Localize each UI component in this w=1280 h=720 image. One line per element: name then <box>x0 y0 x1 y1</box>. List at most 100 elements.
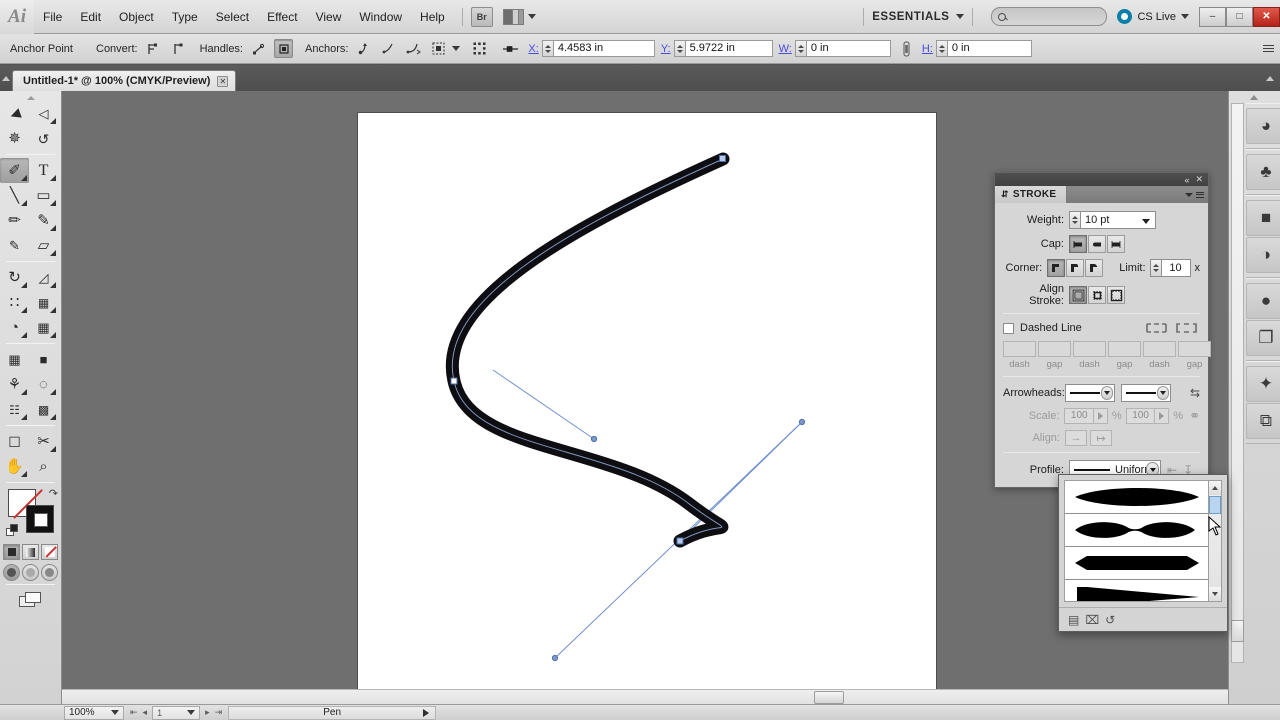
color-panel-icon[interactable]: ◕ <box>1246 108 1280 144</box>
profile-list-scrollbar[interactable] <box>1208 480 1222 602</box>
y-value[interactable]: 5.9722 in <box>684 40 773 57</box>
convert-to-smooth-icon[interactable] <box>169 39 188 58</box>
tool-selection[interactable]: ◀ <box>0 101 29 126</box>
menu-select[interactable]: Select <box>207 6 258 28</box>
last-artboard-icon[interactable]: ⇥ <box>215 707 223 718</box>
round-join-button[interactable] <box>1066 259 1085 277</box>
dash-field-1[interactable]: dash <box>1003 341 1036 370</box>
dash-input-1[interactable] <box>1003 341 1036 357</box>
appearance-panel-icon[interactable]: ● <box>1246 283 1280 319</box>
dock-scrollbar[interactable] <box>1231 103 1244 663</box>
tool-blob-brush[interactable]: ✎ <box>0 233 29 258</box>
menu-object[interactable]: Object <box>110 6 163 28</box>
draw-normal-button[interactable] <box>3 564 20 581</box>
graphic-styles-panel-icon[interactable]: ❐ <box>1246 320 1280 356</box>
tool-type[interactable]: T <box>29 158 58 183</box>
tool-symbol-sprayer[interactable]: ☷ <box>0 397 29 422</box>
menu-file[interactable]: File <box>34 6 71 28</box>
show-bounding-box-icon[interactable] <box>470 39 489 58</box>
tool-column-graph[interactable]: ▩ <box>29 397 58 422</box>
gap-input-2[interactable] <box>1108 341 1141 357</box>
workspace-chevron-down-icon[interactable] <box>956 14 965 19</box>
profile-scroll-down-icon[interactable] <box>1209 587 1221 601</box>
first-artboard-icon[interactable]: ⇤ <box>130 707 138 718</box>
isolate-object-icon[interactable] <box>429 39 448 58</box>
weight-stepper[interactable] <box>1069 211 1080 229</box>
tool-artboard[interactable]: ☐ <box>0 429 29 454</box>
tool-direct-selection[interactable]: ◁ <box>29 101 58 126</box>
stroke-panel-menu-button[interactable] <box>1185 186 1208 203</box>
gap-input-3[interactable] <box>1178 341 1211 357</box>
projecting-cap-button[interactable] <box>1107 235 1125 253</box>
show-handles-icon[interactable] <box>249 39 268 58</box>
default-fill-stroke-icon[interactable] <box>6 524 19 537</box>
tool-hand[interactable]: ✋ <box>0 454 29 479</box>
draw-inside-button[interactable] <box>41 564 58 581</box>
h-stepper[interactable] <box>935 40 947 57</box>
gap-input-1[interactable] <box>1038 341 1071 357</box>
cut-path-icon[interactable] <box>404 39 423 58</box>
dock-grip-icon[interactable] <box>1246 91 1280 103</box>
height-field[interactable]: H: 0 in <box>922 39 1032 58</box>
stroke-panel-close-icon[interactable]: ✕ <box>1195 174 1203 185</box>
tabbar-collapse-icon[interactable] <box>1264 65 1276 91</box>
swap-arrowheads-icon[interactable]: ⇆ <box>1190 386 1200 400</box>
control-bar-menu-icon[interactable] <box>1263 45 1274 52</box>
menu-edit[interactable]: Edit <box>71 6 110 28</box>
butt-cap-button[interactable] <box>1069 235 1087 253</box>
tool-rotate[interactable]: ↻ <box>0 265 29 290</box>
workspace-switcher[interactable]: ESSENTIALS <box>872 11 949 23</box>
connect-anchor-icon[interactable] <box>379 39 398 58</box>
dash-field-2[interactable]: dash <box>1073 341 1106 370</box>
align-outside-button[interactable] <box>1107 286 1125 304</box>
x-stepper[interactable] <box>541 40 553 57</box>
stroke-swatch-black[interactable] <box>26 505 54 533</box>
menu-view[interactable]: View <box>307 6 351 28</box>
dash-field-3[interactable]: dash <box>1143 341 1176 370</box>
profile-scroll-up-icon[interactable] <box>1209 481 1221 495</box>
document-tab[interactable]: Untitled-1* @ 100% (CMYK/Preview) ✕ <box>12 70 237 91</box>
tabbar-grip-icon[interactable] <box>0 65 12 91</box>
stroke-panel-collapse-icon[interactable]: « <box>1184 175 1189 185</box>
tool-rectangle[interactable]: ▭ <box>29 183 58 208</box>
x-value[interactable]: 4.4583 in <box>552 40 655 57</box>
minimize-button[interactable]: – <box>1199 6 1226 27</box>
dash-preserve-exact-button[interactable] <box>1145 321 1170 335</box>
tool-mesh[interactable]: ▦ <box>0 347 29 372</box>
y-stepper[interactable] <box>673 40 685 57</box>
profile-item-2[interactable] <box>1065 514 1209 547</box>
link-arrowhead-scales-icon[interactable]: ⚭ <box>1189 408 1200 424</box>
h-value[interactable]: 0 in <box>946 40 1032 57</box>
dash-input-2[interactable] <box>1073 341 1106 357</box>
gap-field-2[interactable]: gap <box>1108 341 1141 370</box>
menu-effect[interactable]: Effect <box>258 6 306 28</box>
delete-profile-icon[interactable]: ⌧ <box>1085 613 1099 627</box>
remove-anchor-icon[interactable] <box>354 39 373 58</box>
canvas-horizontal-scrollbar[interactable] <box>62 689 1228 704</box>
tool-magic-wand[interactable]: ✵ <box>0 126 29 151</box>
scale-end-value[interactable]: 100 <box>1125 408 1156 424</box>
drawn-path-stroke[interactable] <box>445 152 730 548</box>
scale-start-slider-icon[interactable] <box>1094 408 1108 424</box>
launch-bridge-button[interactable]: Br <box>470 6 493 27</box>
isolate-chevron-down-icon[interactable] <box>452 46 461 51</box>
artboard[interactable] <box>358 113 936 693</box>
align-inside-button[interactable] <box>1088 286 1106 304</box>
tool-eraser[interactable]: ▱ <box>29 233 58 258</box>
tool-scale[interactable]: ◿ <box>29 265 58 290</box>
gradient-button[interactable] <box>22 544 39 560</box>
place-arrow-at-end-button[interactable]: ↦ <box>1090 430 1112 446</box>
search-input[interactable] <box>991 7 1108 26</box>
menu-window[interactable]: Window <box>350 6 411 28</box>
constrain-proportions-icon[interactable] <box>897 39 916 58</box>
profile-item-4[interactable] <box>1065 580 1209 601</box>
tool-blend[interactable]: ◌ <box>29 372 58 397</box>
artboards-panel-icon[interactable]: ⧉ <box>1246 403 1280 439</box>
menu-type[interactable]: Type <box>163 6 207 28</box>
tool-gradient[interactable]: ■ <box>29 347 58 372</box>
arrowhead-end-select[interactable] <box>1121 384 1171 402</box>
dock-scroll-thumb[interactable] <box>1231 620 1244 642</box>
profile-list[interactable] <box>1064 480 1210 602</box>
extend-arrow-beyond-end-button[interactable]: → <box>1065 430 1087 446</box>
tool-shape-builder[interactable]: ◔ <box>0 315 29 340</box>
